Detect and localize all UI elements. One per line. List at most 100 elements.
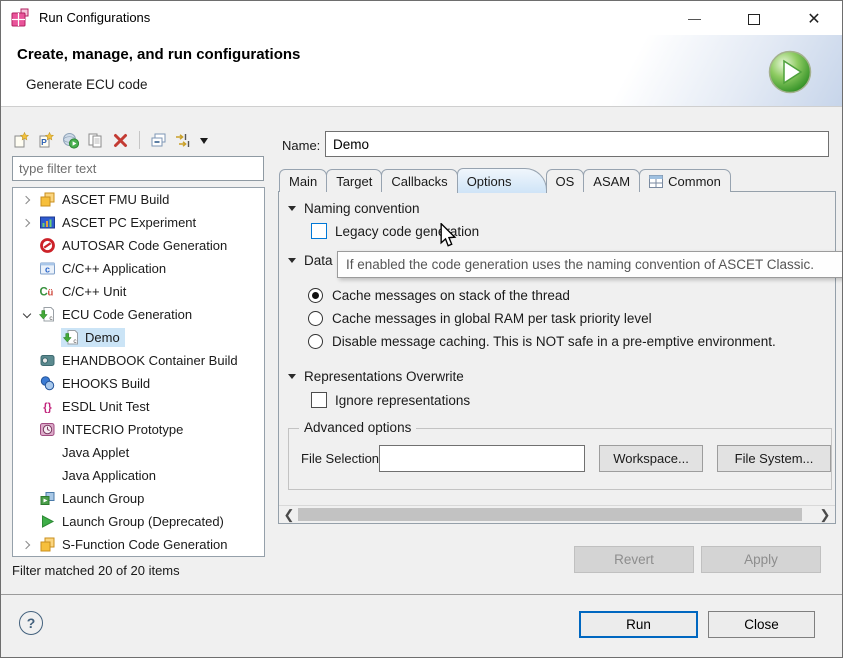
collapse-chevron-icon[interactable] <box>19 307 35 323</box>
new-launch-config-icon[interactable] <box>12 132 29 149</box>
file-selection-input[interactable] <box>379 445 585 472</box>
run-button[interactable]: Run <box>579 611 698 638</box>
run-configurations-icon <box>11 8 31 28</box>
tree-item-ecu-code-generation[interactable]: c ECU Code Generation <box>13 303 264 326</box>
tree-item-c-cpp-application[interactable]: c C/C++ Application <box>13 257 264 280</box>
tree-item-label: S-Function Code Generation <box>62 537 227 552</box>
tab-asam[interactable]: ASAM <box>583 169 640 192</box>
delete-launch-config-icon[interactable] <box>112 132 129 149</box>
tree-item-label: Java Applet <box>62 445 129 460</box>
radio-button[interactable] <box>308 334 323 349</box>
revert-button[interactable]: Revert <box>574 546 694 573</box>
icon-spacer <box>39 444 56 461</box>
tab-label: Main <box>289 174 317 189</box>
tree-item-java-application[interactable]: Java Application <box>13 464 264 487</box>
tab-callbacks[interactable]: Callbacks <box>381 169 457 192</box>
tab-target[interactable]: Target <box>326 169 382 192</box>
horizontal-scrollbar[interactable]: ❮ ❯ <box>279 505 835 523</box>
checkbox-label: Legacy code generation <box>335 224 479 239</box>
tree-item-ascet-fmu-build[interactable]: ASCET FMU Build <box>13 188 264 211</box>
tree-item-launch-group-deprecated[interactable]: Launch Group (Deprecated) <box>13 510 264 533</box>
duplicate-launch-config-icon[interactable] <box>87 132 104 149</box>
legacy-code-generation-checkbox[interactable] <box>311 223 327 239</box>
tree-item-ascet-pc-experiment[interactable]: ASCET PC Experiment <box>13 211 264 234</box>
data-section[interactable]: Data <box>288 253 333 268</box>
new-prototype-icon[interactable]: P <box>37 132 54 149</box>
naming-convention-section[interactable]: Naming convention <box>288 201 420 216</box>
maximize-button[interactable] <box>739 7 769 31</box>
close-window-button[interactable]: ✕ <box>799 7 829 31</box>
close-button[interactable]: Close <box>708 611 815 638</box>
help-button[interactable]: ? <box>19 611 43 635</box>
tree-item-autosar-code-generation[interactable]: AUTOSAR Code Generation <box>13 234 264 257</box>
chevron-spacer <box>19 238 35 254</box>
button-label: Apply <box>744 552 778 567</box>
tab-main[interactable]: Main <box>279 169 327 192</box>
c-cpp-application-icon: c <box>39 260 56 277</box>
scroll-right-icon[interactable]: ❯ <box>817 506 833 523</box>
button-label: Revert <box>614 552 654 567</box>
tree-item-label: ASCET PC Experiment <box>62 215 196 230</box>
radio-button[interactable] <box>308 311 323 326</box>
tree-item-label: C/C++ Unit <box>62 284 126 299</box>
tree-item-label: ESDL Unit Test <box>62 399 149 414</box>
workspace-button[interactable]: Workspace... <box>599 445 703 472</box>
button-label: Run <box>626 617 651 632</box>
options-tab-content: Naming convention Legacy code generation… <box>278 191 836 524</box>
scrollbar-thumb[interactable] <box>298 508 802 521</box>
selected-tree-item: c Demo <box>61 328 125 347</box>
tree-item-intecrio-prototype[interactable]: INTECRIO Prototype <box>13 418 264 441</box>
tree-item-s-function-code-generation[interactable]: S-Function Code Generation <box>13 533 264 556</box>
expand-chevron-icon[interactable] <box>19 192 35 208</box>
table-icon <box>649 175 663 188</box>
apply-button[interactable]: Apply <box>701 546 821 573</box>
minimize-button[interactable] <box>679 7 709 31</box>
ehooks-icon <box>39 375 56 392</box>
tab-label: ASAM <box>593 174 630 189</box>
tree-item-c-cpp-unit[interactable]: Cü C/C++ Unit <box>13 280 264 303</box>
icon-spacer <box>39 467 56 484</box>
toolbar-menu-chevron-icon[interactable] <box>200 138 208 144</box>
tree-item-label: Launch Group <box>62 491 144 506</box>
scroll-left-icon[interactable]: ❮ <box>281 506 297 523</box>
tab-label: Callbacks <box>391 174 447 189</box>
file-system-button[interactable]: File System... <box>717 445 831 472</box>
tab-common[interactable]: Common <box>639 169 731 192</box>
radio-cache-stack[interactable]: Cache messages on stack of the thread <box>308 286 570 304</box>
s-function-icon <box>39 536 56 553</box>
launch-config-toolbar: P <box>12 130 208 150</box>
filter-icon[interactable] <box>175 132 192 149</box>
collapse-all-icon[interactable] <box>150 132 167 149</box>
radio-cache-global-ram[interactable]: Cache messages in global RAM per task pr… <box>308 309 652 327</box>
export-launch-config-icon[interactable] <box>62 132 79 149</box>
button-label: Workspace... <box>613 451 689 466</box>
launch-group-deprecated-icon <box>39 513 56 530</box>
radio-disable-caching[interactable]: Disable message caching. This is NOT saf… <box>308 332 776 350</box>
tree-item-demo[interactable]: c Demo <box>13 326 264 349</box>
name-input[interactable] <box>325 131 829 157</box>
tab-os[interactable]: OS <box>546 169 585 192</box>
tree-item-label: AUTOSAR Code Generation <box>62 238 227 253</box>
tab-label: OS <box>556 174 575 189</box>
tab-options[interactable]: Options <box>457 168 547 193</box>
radio-button-selected[interactable] <box>308 288 323 303</box>
ignore-representations-checkbox[interactable] <box>311 392 327 408</box>
tree-item-java-applet[interactable]: Java Applet <box>13 441 264 464</box>
tree-item-ehooks-build[interactable]: EHOOKS Build <box>13 372 264 395</box>
tree-item-launch-group[interactable]: Launch Group <box>13 487 264 510</box>
representations-overwrite-section[interactable]: Representations Overwrite <box>288 369 464 384</box>
chevron-spacer <box>19 353 35 369</box>
chevron-spacer <box>19 376 35 392</box>
ascet-pc-experiment-icon <box>39 214 56 231</box>
tree-item-ehandbook-container-build[interactable]: EHANDBOOK Container Build <box>13 349 264 372</box>
expand-chevron-icon[interactable] <box>19 215 35 231</box>
ehandbook-icon <box>39 352 56 369</box>
group-title: Advanced options <box>299 420 416 435</box>
tree-item-label: EHOOKS Build <box>62 376 150 391</box>
expand-chevron-icon[interactable] <box>19 537 35 553</box>
filter-input[interactable] <box>12 156 264 181</box>
svg-text:{}: {} <box>43 402 52 414</box>
tree-item-label: Java Application <box>62 468 156 483</box>
tree-item-esdl-unit-test[interactable]: {} ESDL Unit Test <box>13 395 264 418</box>
maximize-icon <box>748 14 760 25</box>
